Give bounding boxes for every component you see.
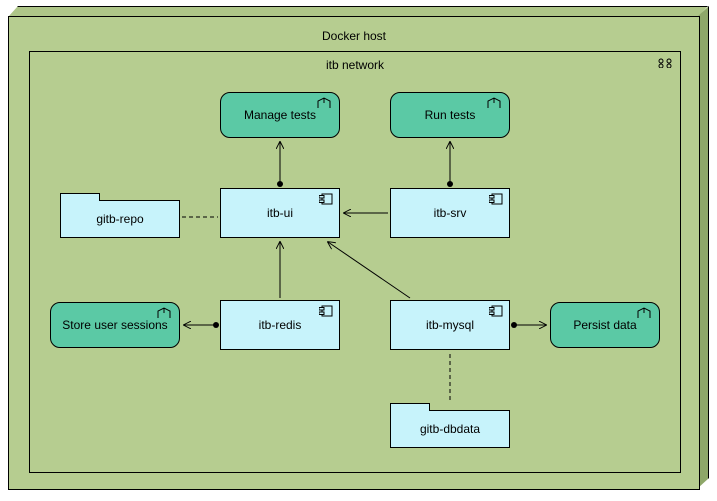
artifact-label: gitb-dbdata <box>391 422 509 436</box>
itb-network-group: itb network Manage tests Run tests <box>29 51 681 473</box>
goal-store-sessions: Store user sessions <box>50 302 180 348</box>
artifact-label: gitb-repo <box>61 212 179 226</box>
component-icon <box>319 193 333 205</box>
component-icon <box>319 305 333 317</box>
goal-icon <box>487 97 501 109</box>
goal-icon <box>637 307 651 319</box>
component-label: itb-mysql <box>391 318 509 332</box>
artifact-gitb-dbdata: gitb-dbdata <box>390 410 510 448</box>
component-itb-mysql: itb-mysql <box>390 300 510 350</box>
component-itb-ui: itb-ui <box>220 188 340 238</box>
component-icon <box>489 193 503 205</box>
goal-icon <box>157 307 171 319</box>
connectors <box>30 52 680 472</box>
goal-label: Persist data <box>551 318 659 332</box>
goal-persist-data: Persist data <box>550 302 660 348</box>
itb-network-title: itb network <box>30 58 680 72</box>
docker-host-node: Docker host itb network Manage tests Run… <box>8 16 700 490</box>
component-itb-redis: itb-redis <box>220 300 340 350</box>
goal-label: Run tests <box>391 108 509 122</box>
diagram-stage: Docker host itb network Manage tests Run… <box>0 0 717 501</box>
artifact-gitb-repo: gitb-repo <box>60 200 180 238</box>
goal-run-tests: Run tests <box>390 92 510 138</box>
component-label: itb-redis <box>221 318 339 332</box>
goal-label: Manage tests <box>221 108 339 122</box>
component-label: itb-srv <box>391 206 509 220</box>
goal-icon <box>317 97 331 109</box>
component-label: itb-ui <box>221 206 339 220</box>
goal-manage-tests: Manage tests <box>220 92 340 138</box>
component-icon <box>489 305 503 317</box>
docker-host-title: Docker host <box>9 29 699 43</box>
component-itb-srv: itb-srv <box>390 188 510 238</box>
network-icon <box>658 58 672 68</box>
goal-label: Store user sessions <box>51 318 179 332</box>
